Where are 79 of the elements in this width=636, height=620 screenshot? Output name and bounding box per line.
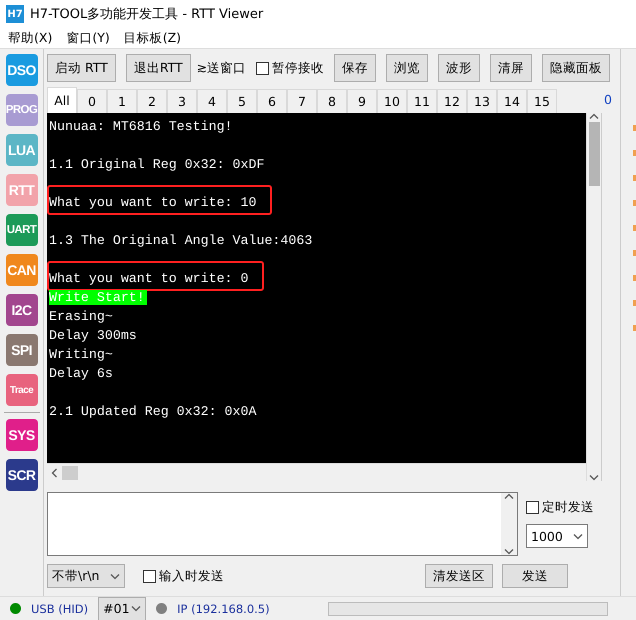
marker-icon	[633, 300, 636, 306]
channel-tab[interactable]: 10	[377, 89, 407, 113]
checkbox-label: 暂停接收	[272, 60, 324, 76]
terminal-line: 2.1 Updated Reg 0x32: 0x0A	[49, 404, 256, 419]
marker-icon	[633, 275, 636, 281]
menu-item[interactable]: 目标板(Z)	[124, 30, 182, 46]
channel-tab[interactable]: 5	[227, 89, 257, 113]
channel-tab[interactable]: 8	[317, 89, 347, 113]
sidebar-button[interactable]: I2C	[6, 294, 38, 326]
ip-status: IP (192.168.0.5)	[177, 602, 270, 616]
channel-tab[interactable]: 0	[77, 89, 107, 113]
usb-status: USB (HID)	[31, 602, 88, 616]
channel-tab[interactable]: 14	[497, 89, 527, 113]
window-title: H7-TOOL多功能开发工具 - RTT Viewer	[30, 6, 264, 23]
terminal-line: Delay 6s	[49, 366, 113, 381]
sidebar-button[interactable]: SPI	[6, 334, 38, 366]
caret-icon	[504, 548, 514, 555]
terminal-line: Delay 300ms	[49, 328, 137, 343]
send-button[interactable]: 清发送区	[425, 564, 493, 588]
channel-tab[interactable]: 2	[137, 89, 167, 113]
caret-icon	[573, 532, 583, 540]
send-button[interactable]: 发送	[502, 564, 568, 588]
toolbar-button[interactable]: 浏览	[386, 54, 428, 82]
terminal-line: Erasing~	[49, 309, 113, 324]
terminal-line: Writing~	[49, 347, 113, 362]
marker-icon	[633, 125, 636, 131]
caret-icon	[504, 493, 514, 500]
channel-tab[interactable]: 13	[467, 89, 497, 113]
channel-tab[interactable]: 9	[347, 89, 377, 113]
toolbar-button[interactable]: 保存	[334, 54, 376, 82]
terminal-line: What you want to write: 10	[49, 195, 256, 210]
send-input-field[interactable]	[47, 492, 518, 556]
channel-tab[interactable]: 3	[167, 89, 197, 113]
caret-icon	[110, 572, 120, 580]
device-dropdown[interactable]: #01	[98, 596, 146, 620]
marker-icon	[633, 200, 636, 206]
caret-icon	[131, 605, 142, 612]
app-icon: H7	[6, 5, 24, 23]
channel-tab[interactable]: 11	[407, 89, 437, 113]
menu-item[interactable]: 帮助(X)	[8, 30, 52, 46]
menu-item[interactable]: 窗口(Y)	[66, 30, 110, 46]
toolbar-label: ≳送窗口	[196, 60, 246, 76]
channel-tab[interactable]: 6	[257, 89, 287, 113]
scrollbar-thumb[interactable]	[62, 466, 78, 480]
marker-icon	[633, 150, 636, 156]
checkbox[interactable]	[256, 62, 270, 74]
channel-tab[interactable]: 15	[527, 89, 557, 113]
marker-icon	[633, 175, 636, 181]
terminal-line: 1.1 Original Reg 0x32: 0xDF	[49, 157, 264, 172]
interval-dropdown[interactable]: 1000	[526, 524, 588, 548]
channel-tab[interactable]: 12	[437, 89, 467, 113]
marker-icon	[633, 250, 636, 256]
channel-tab[interactable]: 7	[287, 89, 317, 113]
toolbar-button[interactable]: 波形	[438, 54, 480, 82]
horizontal-scrollbar[interactable]	[47, 463, 586, 481]
toolbar-button[interactable]: 启动 RTT	[47, 54, 116, 82]
terminal-line: What you want to write: 0	[49, 271, 248, 286]
terminal-line: 1.3 The Original Angle Value:4063	[49, 233, 312, 248]
channel-tab[interactable]: 1	[107, 89, 137, 113]
sidebar-button[interactable]: SCR	[6, 459, 38, 491]
channel-tab[interactable]: All	[47, 87, 77, 113]
caret-icon	[589, 474, 599, 481]
marker-icon	[633, 225, 636, 231]
marker-icon	[633, 325, 636, 331]
caret-icon	[589, 113, 599, 120]
line-ending-dropdown[interactable]: 不带\r\n	[47, 564, 125, 588]
toolbar-button[interactable]: 退出RTT	[126, 54, 191, 82]
toolbar-button[interactable]: 隐藏面板	[542, 54, 610, 82]
channel-tab[interactable]: 4	[197, 89, 227, 113]
toolbar-button[interactable]: 清屏	[490, 54, 532, 82]
terminal-line: Nunuaa: MT6816 Testing!	[49, 119, 233, 134]
sidebar-button[interactable]: SYS	[6, 419, 38, 451]
checkbox[interactable]	[143, 570, 156, 582]
tab-count: 0	[604, 92, 612, 106]
checkbox-label: 输入时发送	[159, 568, 224, 584]
sidebar-button[interactable]: UART	[6, 214, 38, 246]
scrollbar-thumb[interactable]	[588, 122, 600, 186]
checkbox-label: 定时发送	[542, 499, 594, 516]
checkbox[interactable]	[526, 501, 539, 514]
